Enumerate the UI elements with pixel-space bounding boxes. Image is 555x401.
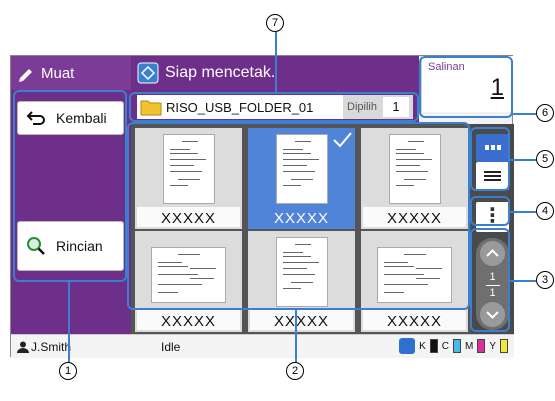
- callout-line-5: [510, 159, 536, 161]
- ink-k-label: K: [419, 340, 426, 352]
- callout-box-5: [470, 127, 510, 191]
- callout-line-6: [513, 113, 536, 115]
- callout-5: 5: [536, 150, 554, 168]
- user-name: J.Smith: [31, 340, 72, 354]
- callout-line-2: [295, 310, 297, 362]
- callout-7: 7: [266, 14, 284, 32]
- callout-1: 1: [59, 362, 77, 380]
- ink-c-label: C: [441, 340, 449, 352]
- user-icon: [17, 341, 29, 353]
- machine-state: Idle: [161, 340, 181, 354]
- ink-y-swatch: [500, 339, 508, 353]
- callout-line-3: [510, 280, 536, 282]
- callout-line-1: [68, 282, 70, 362]
- callout-3: 3: [536, 271, 554, 289]
- callout-line-7: [275, 30, 277, 92]
- callout-box-4: [470, 196, 510, 226]
- ink-m-label: M: [464, 340, 474, 352]
- thumbnail-caption: XXXXX: [273, 313, 330, 330]
- status-text: Siap mencetak.: [165, 64, 276, 81]
- callout-box-6: [419, 56, 513, 118]
- callout-4: 4: [536, 202, 554, 220]
- mode-tab[interactable]: Muat: [11, 56, 131, 90]
- user-info[interactable]: J.Smith: [17, 340, 71, 354]
- callout-box-1: [13, 90, 127, 282]
- callout-box-3: [470, 228, 510, 332]
- callout-line-4: [510, 211, 536, 213]
- mode-tab-label: Muat: [41, 64, 75, 82]
- ink-m-swatch: [477, 339, 486, 353]
- manual-figure: { "mode_tab": {"label": "Muat", "icon": …: [0, 0, 555, 401]
- link-icon: [399, 338, 416, 354]
- pen-icon: [19, 69, 32, 82]
- printer-icon: [137, 62, 159, 84]
- ink-y-label: Y: [489, 340, 496, 352]
- ink-k-swatch: [429, 339, 438, 353]
- thumbnail-caption: XXXXX: [386, 313, 443, 330]
- ink-c-swatch: [452, 339, 461, 353]
- callout-2: 2: [286, 362, 304, 380]
- callout-6: 6: [536, 104, 554, 122]
- ink-levels: K C M Y: [399, 338, 508, 354]
- callout-box-2: [127, 122, 470, 310]
- thumbnail-caption: XXXXX: [160, 313, 217, 330]
- status-bar: J.Smith Idle K C M Y: [11, 334, 514, 358]
- callout-box-7: [129, 92, 419, 122]
